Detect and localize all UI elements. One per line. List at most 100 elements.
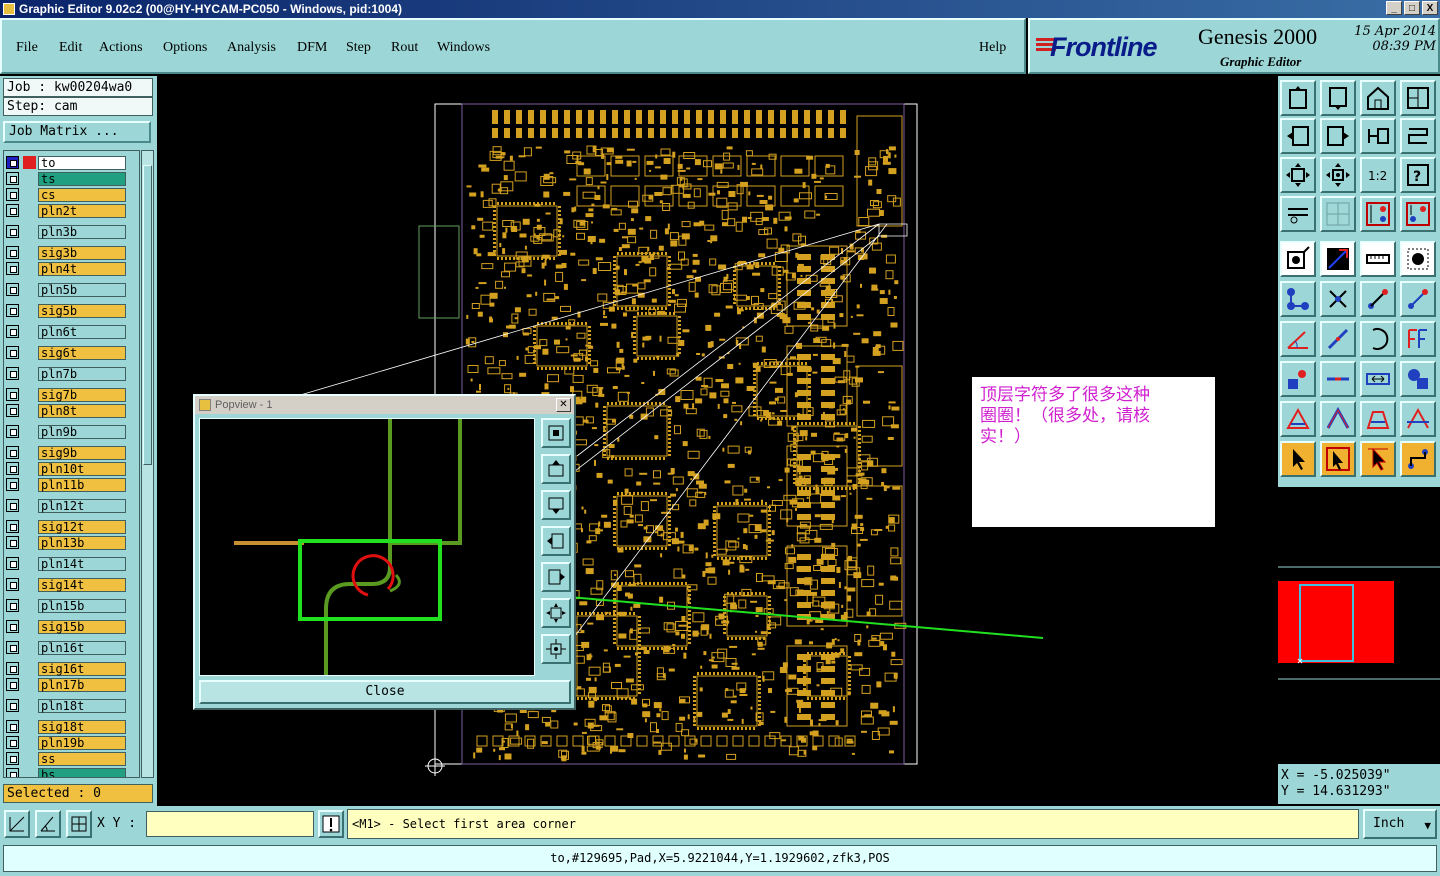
layer-color-swatch[interactable] (23, 478, 36, 491)
layer-checkbox[interactable] (6, 388, 19, 401)
layer-name[interactable]: pln4t (38, 261, 126, 276)
layer-checkbox[interactable] (6, 262, 19, 275)
layer-row-pln19b[interactable]: pln19b (6, 735, 126, 750)
layer-color-swatch[interactable] (23, 536, 36, 549)
popview-pan-down-icon[interactable] (541, 490, 571, 520)
layer-color-swatch[interactable] (23, 262, 36, 275)
layer-name[interactable]: pln13b (38, 535, 126, 550)
layer-color-swatch[interactable] (23, 462, 36, 475)
select-feature-icon[interactable] (1280, 241, 1316, 277)
line-tool-icon[interactable] (1320, 321, 1356, 357)
layer-checkbox[interactable] (6, 641, 19, 654)
move-left-icon[interactable] (1280, 118, 1316, 154)
layer-row-bs[interactable]: bs (6, 767, 126, 777)
popview-canvas[interactable] (199, 418, 535, 676)
layer-color-swatch[interactable] (23, 620, 36, 633)
layer-row-sig16t[interactable]: sig16t (6, 661, 126, 676)
layer-row-sig6t[interactable]: sig6t (6, 345, 126, 360)
measure-angle-icon[interactable] (35, 810, 61, 838)
text-tool-icon[interactable] (1400, 321, 1436, 357)
layer-name[interactable]: to (38, 155, 126, 170)
undo-icon[interactable] (1360, 118, 1396, 154)
layer-color-swatch[interactable] (23, 557, 36, 570)
split-view-icon[interactable] (1400, 80, 1436, 116)
layer-row-pln11b[interactable]: pln11b (6, 477, 126, 492)
layer-checkbox[interactable] (6, 620, 19, 633)
layer-name[interactable]: sig5b (38, 303, 126, 318)
open-layer-icon[interactable] (1280, 80, 1316, 116)
layer-row-to[interactable]: to (6, 155, 126, 170)
layer-name[interactable]: sig16t (38, 661, 126, 676)
layer-row-pln12t[interactable]: pln12t (6, 498, 126, 513)
layer-checkbox[interactable] (6, 204, 19, 217)
layer-checkbox[interactable] (6, 172, 19, 185)
layer-row-pln16t[interactable]: pln16t (6, 640, 126, 655)
layer-checkbox[interactable] (6, 536, 19, 549)
layer-row-ts[interactable]: ts (6, 171, 126, 186)
layer-checkbox[interactable] (6, 720, 19, 733)
menu-actions[interactable]: Actions (99, 40, 143, 56)
menu-edit[interactable]: Edit (59, 40, 82, 56)
layer-list-scrollbar[interactable] (141, 150, 154, 778)
scrollbar-thumb[interactable] (143, 165, 152, 465)
layer-checkbox[interactable] (6, 404, 19, 417)
pointer-route-icon[interactable] (1400, 441, 1436, 477)
layer-name[interactable]: pln6t (38, 324, 126, 339)
xy-input[interactable] (146, 811, 314, 837)
layer-name[interactable]: sig6t (38, 345, 126, 360)
angle-icon[interactable] (1280, 321, 1316, 357)
popview-pan-up-icon[interactable] (541, 454, 571, 484)
layer-list[interactable]: to ts cs pln2t pln3b sig3b pln4t pln5b sig5b pln6… (3, 150, 140, 778)
layer-row-ss[interactable]: ss (6, 751, 126, 766)
contour-icon[interactable] (1400, 401, 1436, 437)
layer-color-swatch[interactable] (23, 768, 36, 777)
menu-analysis[interactable]: Analysis (227, 40, 276, 56)
layer-checkbox[interactable] (6, 325, 19, 338)
home-icon[interactable] (1360, 80, 1396, 116)
layer-swap-icon[interactable] (1400, 196, 1436, 232)
surface-icon[interactable] (1280, 401, 1316, 437)
layer-checkbox[interactable] (6, 520, 19, 533)
layer-row-pln6t[interactable]: pln6t (6, 324, 126, 339)
menu-windows[interactable]: Windows (437, 40, 490, 56)
layer-row-pln13b[interactable]: pln13b (6, 535, 126, 550)
delete-feature-icon[interactable] (1320, 281, 1356, 317)
menu-dfm[interactable]: DFM (297, 40, 327, 56)
layer-name[interactable]: pln16t (38, 640, 126, 655)
layer-row-sig7b[interactable]: sig7b (6, 387, 126, 402)
unit-selector[interactable]: Inch ▼ (1363, 809, 1437, 839)
popview-close-button[interactable]: Close (199, 680, 571, 704)
layer-color-swatch[interactable] (23, 520, 36, 533)
outline-icon[interactable] (1360, 401, 1396, 437)
layer-row-sig3b[interactable]: sig3b (6, 245, 126, 260)
help-icon[interactable]: ? (1400, 157, 1436, 193)
layer-color-swatch[interactable] (23, 699, 36, 712)
layer-color-swatch[interactable] (23, 404, 36, 417)
save-layer-icon[interactable] (1320, 80, 1356, 116)
layer-color-swatch[interactable] (23, 599, 36, 612)
layer-color-swatch[interactable] (23, 325, 36, 338)
layer-name[interactable]: pln3b (38, 224, 126, 239)
layer-color-swatch[interactable] (23, 204, 36, 217)
layer-color-swatch[interactable] (23, 446, 36, 459)
layer-checkbox[interactable] (6, 446, 19, 459)
layer-checkbox[interactable] (6, 304, 19, 317)
layer-row-pln18t[interactable]: pln18t (6, 698, 126, 713)
layer-row-sig14t[interactable]: sig14t (6, 577, 126, 592)
layer-name[interactable]: pln9b (38, 424, 126, 439)
layer-name[interactable]: ss (38, 751, 126, 766)
popview-close-icon[interactable]: ✕ (556, 398, 571, 412)
popview-zoom-in-icon[interactable] (541, 418, 571, 448)
zoom-center-icon[interactable] (1320, 157, 1356, 193)
layer-color-swatch[interactable] (23, 283, 36, 296)
layer-checkbox[interactable] (6, 283, 19, 296)
layer-checkbox[interactable] (6, 599, 19, 612)
alert-icon[interactable] (318, 810, 344, 838)
menu-rout[interactable]: Rout (391, 40, 418, 56)
layer-compare-icon[interactable] (1360, 196, 1396, 232)
popview-fit-icon[interactable] (541, 598, 571, 628)
menu-options[interactable]: Options (163, 40, 207, 56)
layer-color-swatch[interactable] (23, 641, 36, 654)
layer-color-swatch[interactable] (23, 736, 36, 749)
layer-name[interactable]: bs (38, 767, 126, 777)
